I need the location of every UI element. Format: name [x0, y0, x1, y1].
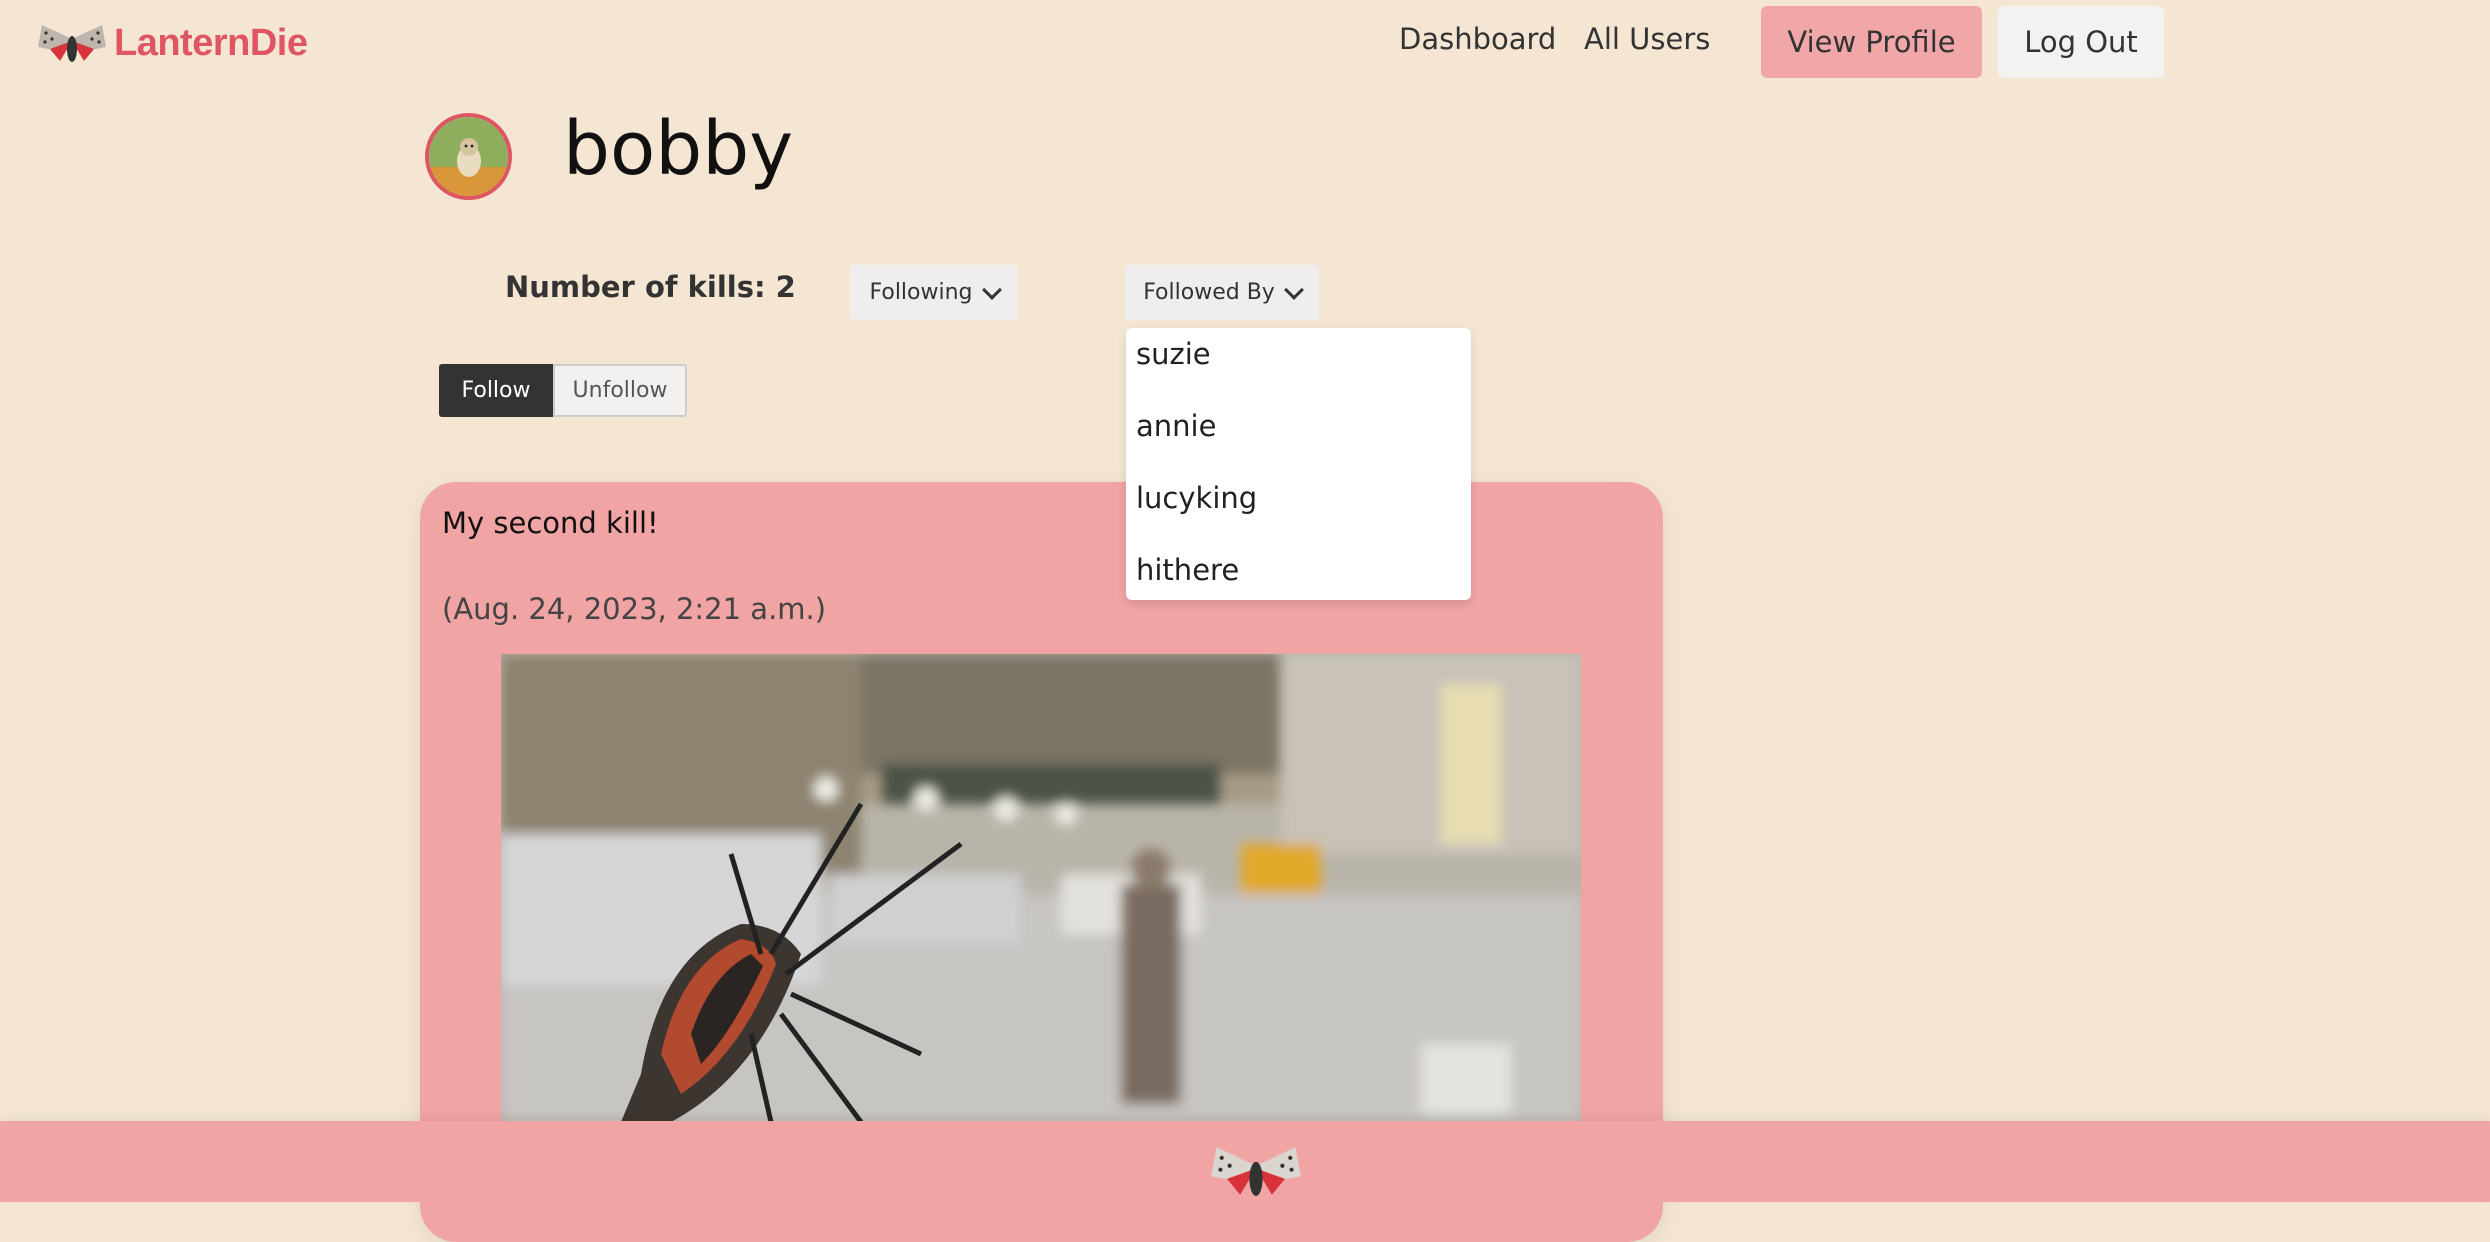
followed-by-dropdown-label: Followed By — [1143, 280, 1275, 305]
follow-button[interactable]: Follow — [439, 364, 553, 417]
following-dropdown[interactable]: Following — [850, 265, 1018, 320]
log-out-button[interactable]: Log Out — [1998, 6, 2164, 78]
lanternfly-footer-icon — [1211, 1147, 1301, 1197]
following-dropdown-label: Following — [869, 280, 973, 305]
followed-by-menu-item[interactable]: annie — [1136, 409, 1216, 443]
avatar — [425, 113, 512, 200]
chevron-down-icon — [981, 279, 1002, 300]
post-date: (Aug. 24, 2023, 2:21 a.m.) — [442, 592, 827, 626]
brand-link[interactable]: LanternDie — [36, 16, 308, 70]
post-title: My second kill! — [442, 506, 659, 540]
profile-username: bobby — [563, 106, 793, 192]
top-navbar: LanternDie Dashboard All Users View Prof… — [0, 0, 2490, 86]
post-image — [501, 654, 1581, 1122]
followed-by-menu-item[interactable]: suzie — [1136, 337, 1211, 371]
followed-by-menu-item[interactable]: lucyking — [1136, 481, 1257, 515]
unfollow-button[interactable]: Unfollow — [553, 364, 687, 417]
nav-all-users-link[interactable]: All Users — [1584, 22, 1710, 56]
lanternfly-logo-icon — [38, 25, 106, 62]
followed-by-dropdown[interactable]: Followed By — [1125, 265, 1319, 320]
kill-count: Number of kills: 2 — [505, 270, 796, 304]
followed-by-menu-item[interactable]: hithere — [1136, 553, 1239, 587]
chevron-down-icon — [1283, 279, 1304, 300]
follow-button-group: Follow Unfollow — [439, 364, 687, 417]
view-profile-button[interactable]: View Profile — [1761, 6, 1982, 78]
brand-name: LanternDie — [114, 21, 308, 64]
nav-dashboard-link[interactable]: Dashboard — [1399, 22, 1556, 56]
followed-by-menu: suzie annie lucyking hithere — [1126, 328, 1471, 600]
